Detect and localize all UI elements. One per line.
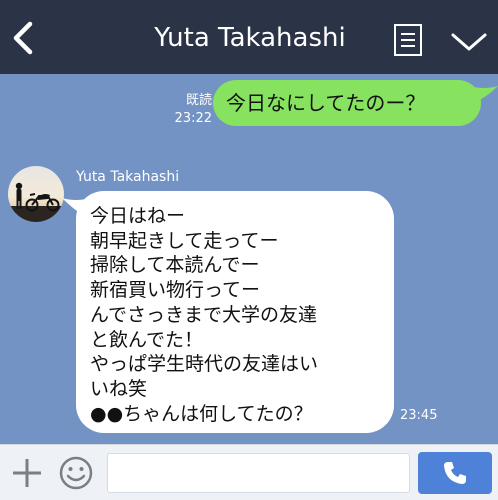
chat-header: Yuta Takahashi xyxy=(0,0,498,74)
avatar[interactable] xyxy=(8,166,64,222)
back-arrow-icon[interactable] xyxy=(8,18,38,58)
message-line: 掃除して本読んでー xyxy=(90,254,260,277)
phone-icon xyxy=(444,462,466,484)
read-receipt: 既読 23:22 xyxy=(164,92,212,128)
message-line: 新宿買い物行ってー xyxy=(90,279,261,302)
smile-icon[interactable] xyxy=(58,455,94,491)
message-line: 今日はねー xyxy=(90,205,186,227)
call-button[interactable] xyxy=(418,452,492,494)
sender-name: Yuta Takahashi xyxy=(76,169,180,185)
message-line: と飲んでた！ xyxy=(90,328,204,351)
read-label: 既読 xyxy=(185,93,212,108)
memo-icon[interactable] xyxy=(393,23,423,57)
chat-title: Yuta Takahashi xyxy=(154,23,346,53)
chevron-down-icon[interactable] xyxy=(449,27,489,55)
incoming-message-text: 今日はねー 朝早起きして走ってー 掃除して本読んでー 新宿買い物行ってー んでさ… xyxy=(90,204,390,426)
message-line: やっぱ学生時代の友達はい xyxy=(90,353,319,376)
message-line: いね笑 xyxy=(90,377,148,400)
message-input[interactable] xyxy=(107,453,410,493)
message-line: んでさっきまで大学の友達 xyxy=(90,303,318,326)
message-line: ●●ちゃんは何してたの？ xyxy=(90,402,313,425)
outgoing-message-text: 今日なにしてたのー？ xyxy=(226,91,426,115)
sent-time: 23:22 xyxy=(174,111,212,126)
message-line: 朝早起きして走ってー xyxy=(90,229,279,252)
received-time: 23:45 xyxy=(400,408,438,423)
plus-icon[interactable] xyxy=(10,456,44,490)
